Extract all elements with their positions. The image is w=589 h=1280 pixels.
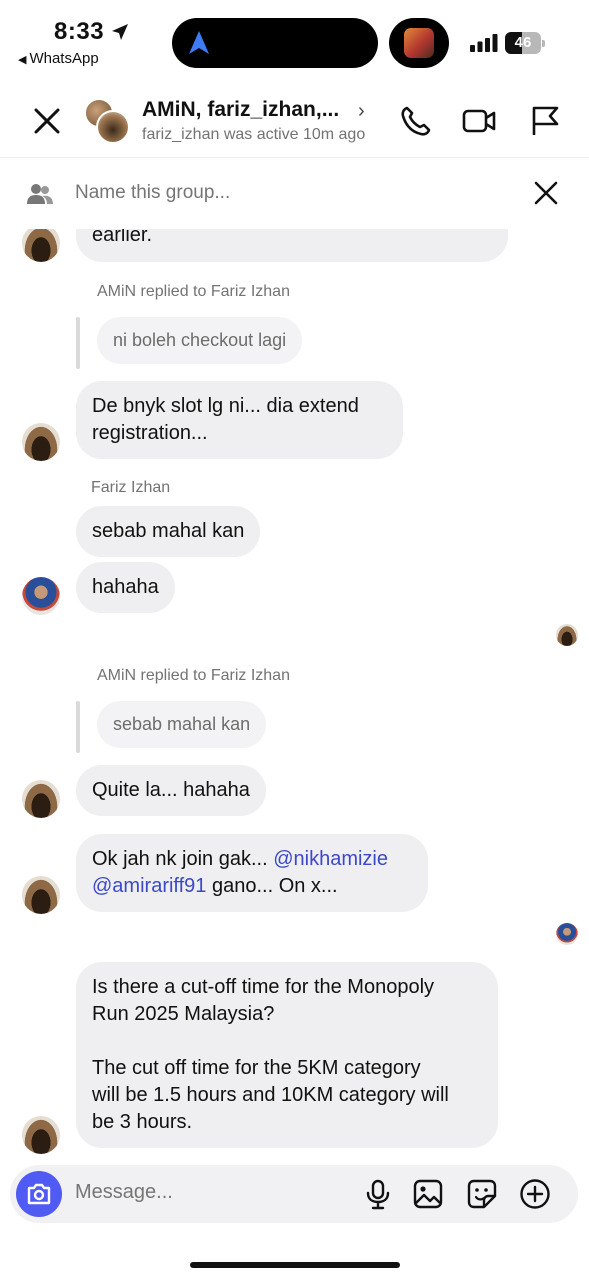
message-bubble[interactable]: De bnyk slot lg ni... dia extend registr…: [76, 381, 403, 459]
message-text: will be 1.5 hours and 10KM category will: [92, 1084, 449, 1106]
message-text: be 3 hours.: [92, 1111, 193, 1133]
sticker-icon[interactable]: [466, 1178, 498, 1210]
media-thumbnail: [404, 28, 434, 58]
reply-indicator: [76, 317, 80, 369]
back-to-app-link[interactable]: ◀ WhatsApp: [18, 50, 99, 67]
camera-button[interactable]: [16, 1171, 62, 1217]
chevron-right-icon[interactable]: ›: [358, 100, 365, 123]
microphone-icon[interactable]: [362, 1178, 394, 1210]
dismiss-icon[interactable]: [532, 179, 560, 207]
message-bubble[interactable]: Quite la... hahaha: [76, 765, 266, 816]
message-text: registration...: [92, 422, 208, 444]
back-app-label: WhatsApp: [29, 50, 99, 67]
message-text: gano... On x...: [206, 875, 338, 897]
status-bar: 8:33 ◀ WhatsApp 46: [0, 0, 589, 80]
message-bubble[interactable]: Ok jah nk join gak... @nikhamizie @amira…: [76, 834, 428, 912]
name-group-bar: [0, 159, 589, 229]
avatar[interactable]: [22, 423, 60, 461]
video-icon[interactable]: [462, 104, 496, 138]
message-text: sebab mahal kan: [92, 520, 245, 542]
message-input[interactable]: [75, 1181, 335, 1204]
message-text: earlier.: [92, 229, 153, 246]
back-triangle-icon: ◀: [18, 54, 27, 66]
flag-icon[interactable]: [528, 104, 562, 138]
reply-meta: AMiN replied to Fariz Izhan: [97, 283, 290, 300]
message-text: Run 2025 Malaysia?: [92, 1003, 275, 1025]
message-bubble[interactable]: earlier.: [76, 229, 508, 262]
mention-link[interactable]: @nikhamizie: [273, 848, 388, 870]
gallery-icon[interactable]: [412, 1178, 444, 1210]
home-indicator[interactable]: [190, 1262, 400, 1268]
signal-icon: [470, 34, 498, 52]
message-bubble[interactable]: sebab mahal kan: [76, 506, 261, 557]
quoted-message[interactable]: ni boleh checkout lagi: [97, 317, 303, 364]
message-composer: [10, 1165, 578, 1223]
read-receipt-avatar: [556, 624, 578, 646]
message-bubble[interactable]: hahaha: [76, 562, 175, 613]
read-receipt-avatar: [556, 923, 578, 945]
status-time: 8:33: [54, 18, 105, 45]
live-activity-pill: [389, 18, 449, 68]
reply-indicator: [76, 701, 80, 753]
message-text: Is there a cut-off time for the Monopoly: [92, 976, 435, 998]
avatar[interactable]: [22, 780, 60, 818]
quoted-message[interactable]: sebab mahal kan: [97, 701, 267, 748]
close-icon[interactable]: [30, 104, 64, 138]
group-name-input[interactable]: [75, 182, 495, 204]
message-text: hahaha: [92, 576, 159, 598]
message-text: Quite la... hahaha: [92, 779, 250, 801]
group-title[interactable]: AMiN, fariz_izhan,...: [142, 98, 339, 122]
battery-level: 46: [514, 34, 532, 51]
battery-indicator: 46: [505, 32, 545, 54]
message-text: Ok jah nk join gak...: [92, 848, 274, 870]
group-avatar[interactable]: [84, 98, 130, 144]
navigation-arrow-icon: [189, 31, 209, 54]
avatar[interactable]: [22, 876, 60, 914]
message-text: De bnyk slot lg ni... dia extend: [92, 395, 359, 417]
avatar[interactable]: [22, 1116, 60, 1154]
message-list[interactable]: earlier. AMiN replied to Fariz Izhan ni …: [0, 229, 589, 1164]
people-icon: [27, 184, 53, 204]
mention-link[interactable]: @amirariff91: [92, 875, 206, 897]
avatar[interactable]: [22, 229, 60, 262]
message-bubble[interactable]: Is there a cut-off time for the Monopoly…: [76, 962, 498, 1148]
location-arrow-icon: [112, 24, 128, 40]
active-status: fariz_izhan was active 10m ago: [142, 126, 366, 143]
reply-meta: AMiN replied to Fariz Izhan: [97, 667, 290, 684]
chat-header: AMiN, fariz_izhan,... › fariz_izhan was …: [0, 80, 589, 158]
phone-icon[interactable]: [399, 104, 433, 138]
avatar[interactable]: [22, 577, 60, 615]
message-text: The cut off time for the 5KM category: [92, 1057, 421, 1079]
camera-icon: [27, 1183, 51, 1205]
plus-icon[interactable]: [519, 1178, 551, 1210]
sender-name: Fariz Izhan: [91, 479, 171, 496]
